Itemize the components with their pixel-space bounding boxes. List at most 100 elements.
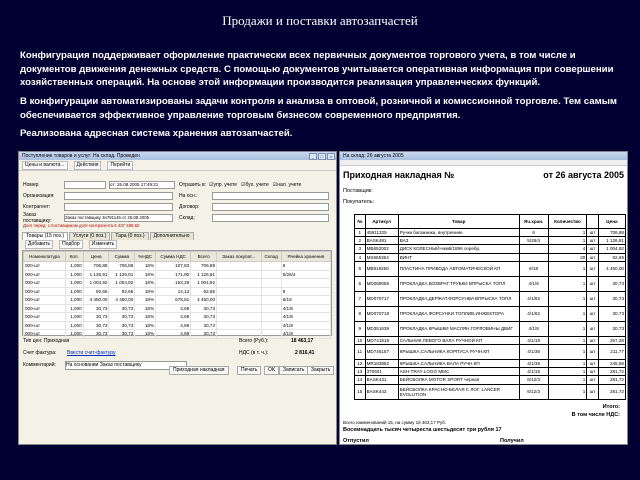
prices-currency-button[interactable]: Цены и валюта... — [22, 160, 68, 170]
table-cell: 4 450,00 — [82, 295, 110, 305]
table-cell: 000-шт — [23, 320, 66, 330]
enter-invoice-link[interactable]: Ввести счет-фактуру — [67, 350, 115, 356]
table-row[interactable]: 000-шт 1,000 706,88 706,88 18% 107,83 706,88 6 — [23, 261, 332, 271]
invoice-cell: 267,28 — [597, 335, 627, 345]
save-button[interactable]: Записать — [279, 366, 309, 375]
contract-field[interactable] — [212, 202, 329, 211]
column-header: Сумма НДС — [155, 251, 192, 262]
invoice-cell: шт — [586, 320, 599, 337]
receipt-invoice-button[interactable]: Приходная накладная — [169, 366, 229, 375]
invoice-cell: 4/1/36 — [518, 343, 549, 360]
window-titlebar: Поступление товаров и услуг: На склад. П… — [19, 152, 336, 160]
tabs-bar: Товары (15 поз.) Услуги (0 поз.) Тара (0… — [22, 232, 330, 240]
invoice-cell: 281,72 — [597, 367, 627, 377]
table-cell — [260, 269, 282, 279]
table-row[interactable]: 000-шт 1,000 1 126,91 1 126,91 18% 171,90 1 12… — [23, 269, 332, 279]
invoice-row: 8 MD070718 ПРОКЛАДКА,ФОРСУНКИ ТОПЛИВ.ИНЖЕК… — [354, 305, 627, 322]
pick-button[interactable]: Подбор — [59, 240, 83, 249]
table-row[interactable]: 000-шт 1,000 30,73 30,73 18% 4,69 30,73 4/1/8 — [23, 303, 332, 313]
invoice-cell: 6/12/3 — [518, 375, 549, 385]
buyer-label: Покупатель: — [343, 199, 375, 205]
table-row[interactable]: 000-шт 1,000 1 004,92 1 004,92 18% 153,29 1 00… — [23, 278, 332, 288]
close-button[interactable]: Закрыть — [307, 366, 335, 375]
invoice-cell: 11 — [354, 343, 366, 360]
table-cell — [260, 295, 282, 305]
table-cell: 1,000 — [64, 278, 84, 288]
invoice-cell: шт — [586, 367, 599, 377]
table-cell: 1,000 — [64, 261, 84, 271]
goto-menu[interactable]: Перейти — [107, 160, 134, 170]
table-row[interactable]: 000-шт 1,000 30,73 30,73 18% 4,69 30,73 4/1/8 — [23, 312, 332, 322]
edit-button[interactable]: Изменить — [88, 240, 118, 249]
total-label: Всего (Руб.): — [239, 338, 269, 344]
maximize-icon[interactable]: □ — [318, 152, 326, 160]
table-cell — [216, 261, 262, 271]
invoice-cell: 5 — [354, 260, 366, 277]
table-cell: 000-шт — [23, 286, 66, 296]
table-cell — [260, 329, 282, 339]
basis-field[interactable] — [212, 191, 329, 200]
actions-menu[interactable]: Действия — [73, 160, 102, 170]
invoice-cell: MD745157 — [364, 343, 399, 360]
warehouse-field[interactable] — [212, 213, 329, 222]
warehouse-label: Склад: — [179, 214, 195, 221]
table-row[interactable]: 000-шт 1,000 30,73 30,73 18% 4,69 30,73 4/1/8 — [23, 320, 332, 330]
column-header: № — [354, 214, 366, 229]
invoice-cell: 3 — [354, 244, 366, 254]
table-cell: 1,000 — [64, 286, 84, 296]
counterparty-field[interactable] — [64, 202, 173, 211]
invoice-cell: ПРОКЛАДКА,ФОРСУНКИ ТОПЛИВ.ИНЖЕКТОРА — [397, 305, 520, 322]
invoice-cell: 92,65 — [597, 252, 627, 262]
table-cell: 9 — [280, 286, 332, 296]
minimize-icon[interactable]: _ — [309, 152, 317, 160]
released-by-label: Отпустил — [343, 438, 369, 444]
close-icon[interactable]: × — [327, 152, 335, 160]
table-cell: 30,73 — [108, 329, 136, 339]
invoice-cell: САЛЬНИК ЛЕВОГО ВАЛА РУЧНОЙ КП — [397, 335, 520, 345]
column-header: %НДС — [134, 251, 157, 262]
print-window-title: На склад: 26 августа 2005 — [340, 152, 627, 160]
table-cell: 000-шт — [23, 312, 66, 322]
invoice-row: 13 370601 ASH-TRAY LOGO MMC 4/1/15 1 шт 281,72 — [354, 367, 627, 377]
vat-value: 2 816,41 — [295, 350, 315, 356]
add-row-button[interactable]: Добавить — [25, 240, 54, 249]
invoice-cell: MB919250 — [364, 260, 399, 277]
invoice-cell: ПРОКЛАДКА,ДЕРЖАТ.ФОРСУНКИ ВПРЫСКА ТОПЛ — [397, 290, 520, 307]
organization-field[interactable] — [64, 191, 173, 200]
table-cell: 30,73 — [108, 320, 136, 330]
column-header: Кол. — [64, 251, 84, 262]
invoice-cell: 211,77 — [597, 343, 627, 360]
table-cell: 30,73 — [108, 312, 136, 322]
date-field[interactable]: от: 26.08.2005 17:49:21 — [109, 180, 175, 189]
tab-additional[interactable]: Дополнительно — [149, 232, 194, 240]
table-cell: 4,69 — [155, 329, 192, 339]
itogo-label: Итого: — [602, 404, 620, 410]
table-cell: 1 126,91 — [108, 269, 136, 279]
invoice-cell: КРЫШКА,САЛЬНИКА КОРПУСА РУЧН.КП — [397, 343, 520, 360]
price-type: Тип цен: Приходная — [23, 338, 70, 344]
ok-button[interactable]: OK — [264, 366, 280, 375]
invoice-cell: 1 — [547, 343, 588, 360]
table-row[interactable]: 000-шт 1,000 30,73 30,73 18% 4,69 30,73 4/1/8 — [23, 329, 332, 339]
tab-goods[interactable]: Товары (15 поз.) — [22, 232, 68, 240]
table-cell: 1,000 — [64, 303, 84, 313]
column-header: Номенклатура — [23, 251, 66, 262]
table-row[interactable]: 000-шт 1,000 4 450,00 4 450,00 18% 678,81 4 45… — [23, 295, 332, 305]
table-row[interactable]: 000-шт 1,000 92,65 92,65 18% 14,13 92,65 9 — [23, 286, 332, 296]
invoice-cell: 1 — [547, 305, 588, 322]
invoice-cell: шт — [586, 275, 599, 292]
table-cell: 18% — [134, 278, 157, 288]
tab-services[interactable]: Услуги (0 поз.) — [68, 232, 111, 240]
invoice-cell: 1 — [547, 260, 588, 277]
number-field[interactable] — [64, 180, 106, 189]
table-cell: 18% — [134, 269, 157, 279]
table-cell: 92,65 — [108, 286, 136, 296]
tab-tara[interactable]: Тара (0 поз.) — [111, 232, 149, 240]
invoice-cell: 14 — [354, 375, 366, 385]
invoice-table: № Артикул Товар Яч.хран. Количество Цена 1 459… — [354, 214, 627, 400]
print-button[interactable]: Печать — [237, 366, 262, 375]
column-header: Товар — [397, 214, 520, 229]
table-cell — [260, 303, 282, 313]
debt-info: Долг перед: с поставщиком долг контраген… — [23, 223, 140, 228]
organization-label: Организация: — [23, 192, 55, 199]
